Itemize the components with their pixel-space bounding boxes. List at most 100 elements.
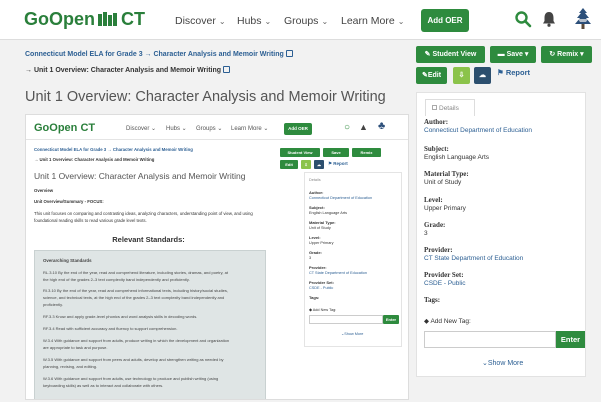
embed-detail-value: Unit of Study	[309, 226, 331, 230]
chevron-down-icon: ⌄	[321, 17, 329, 26]
add-tag-label: ◆ Add New Tag:	[424, 318, 471, 325]
show-more-link[interactable]: ⌄Show More	[482, 359, 523, 367]
grade-value: 3	[424, 230, 428, 237]
student-view-button[interactable]: ✎ Student View	[416, 46, 485, 63]
embed-summary-text: This unit focuses on comparing and contr…	[34, 211, 253, 216]
embed-nav-groups: Groups ⌄	[196, 126, 223, 132]
page-title: Unit 1 Overview: Character Analysis and …	[25, 89, 386, 105]
info-icon	[223, 66, 231, 73]
breadcrumb-current[interactable]: → Unit 1 Overview: Character Analysis an…	[25, 66, 231, 74]
provider-label: Provider:	[424, 246, 453, 254]
standard-line: science, and technical texts, at the hig…	[43, 295, 225, 300]
chevron-down-icon: ⌄	[218, 17, 226, 26]
details-panel: Details Author: Connecticut Department o…	[416, 92, 586, 377]
embed-show-more: ⌄Show More	[341, 332, 364, 336]
embed-remix-button: Remix	[352, 148, 381, 157]
tab-details[interactable]: Details	[425, 99, 475, 116]
embed-detail-label: Level:	[309, 235, 321, 240]
embed-detail-label: Tags:	[309, 295, 320, 300]
embed-divider	[26, 139, 408, 140]
embed-avatar: ♣	[378, 120, 386, 132]
embed-overview-heading: Overview	[34, 188, 54, 193]
flag-icon: ⚑	[497, 68, 506, 77]
embed-edit-button: Edit	[280, 160, 298, 169]
grade-label: Grade:	[424, 221, 446, 229]
search-icon[interactable]	[514, 10, 532, 28]
embed-detail-label: Author:	[309, 190, 324, 195]
embed-logo: GoOpen CT	[34, 122, 96, 134]
subject-value: English Language Arts	[424, 154, 490, 161]
embed-detail-label: Subject:	[309, 205, 325, 210]
nav-learn-more[interactable]: Learn More ⌄	[341, 15, 404, 27]
subject-label: Subject:	[424, 145, 449, 153]
breadcrumb-parent[interactable]: Connecticut Model ELA for Grade 3 → Char…	[25, 50, 293, 58]
embed-detail-label: Grade:	[309, 250, 322, 255]
embed-details-tab: Details	[309, 178, 321, 182]
chevron-down-icon: ⌄	[397, 17, 405, 26]
embed-details-panel: Details Author: Connecticut Department o…	[304, 172, 402, 347]
level-label: Level:	[424, 196, 443, 204]
embed-detail-value: 3	[309, 256, 312, 260]
embed-detail-value: Connecticut Department of Education	[309, 196, 373, 200]
standard-line: RF.3.3 Know and apply grade-level phonic…	[43, 314, 198, 319]
user-avatar[interactable]	[572, 7, 594, 31]
nav-hubs[interactable]: Hubs ⌄	[237, 15, 271, 27]
embed-detail-label: Provider Set:	[309, 280, 334, 285]
edit-button[interactable]: ✎Edit	[416, 67, 447, 84]
embed-detail-value: CT State Department of Education	[309, 271, 367, 275]
nav-groups[interactable]: Groups ⌄	[284, 15, 328, 27]
embed-detail-value: English Language Arts	[309, 211, 347, 215]
add-oer-button[interactable]: Add OER	[421, 9, 469, 32]
embed-search-icon: ○	[344, 122, 351, 133]
embed-standards-box: Overarching Standards RL.3.10 By the end…	[34, 250, 266, 399]
standard-line: W.3.5 With guidance and support from pee…	[43, 357, 224, 362]
download-button[interactable]: ⇩	[453, 67, 470, 84]
embed-add-tag: ◆ Add New Tag:	[309, 308, 337, 312]
standard-line: the high end of the grades 2–3 text comp…	[43, 277, 190, 282]
standard-line: RI.3.10 By the end of the year, read and…	[43, 288, 228, 293]
embed-breadcrumb-current: → Unit 1 Overview: Character Analysis an…	[34, 157, 155, 162]
level-value: Upper Primary	[424, 205, 466, 212]
author-value[interactable]: Connecticut Department of Education	[424, 127, 532, 134]
embed-nav-learn-more: Learn More ⌄	[231, 126, 269, 132]
author-label: Author:	[424, 118, 449, 126]
cloud-upload-icon: ☁	[479, 72, 486, 79]
material-type-label: Material Type:	[424, 170, 469, 178]
provider-set-value[interactable]: CSDE - Public	[424, 280, 466, 287]
embedded-page-screenshot: GoOpen CT Discover ⌄ Hubs ⌄ Groups ⌄ Lea…	[25, 114, 409, 400]
embed-summary-text: foundational reading skills to read vari…	[34, 218, 147, 223]
caret-down-icon: ▾	[578, 51, 584, 58]
embed-student-view-button: Student View	[280, 148, 320, 157]
standard-line: proficiently.	[43, 302, 63, 307]
embed-report-link: ⚑ Report	[328, 161, 348, 166]
standard-line: RF.3.4 Read with sufficient accuracy and…	[43, 326, 178, 331]
embed-detail-label: Material Type:	[309, 220, 336, 225]
provider-value[interactable]: CT State Department of Education	[424, 255, 523, 262]
cloud-upload-button[interactable]: ☁	[474, 67, 491, 84]
caret-down-icon: ▾	[522, 51, 529, 58]
embed-download-icon: ⇩	[301, 160, 311, 169]
material-type-value: Unit of Study	[424, 179, 462, 186]
report-link[interactable]: ⚑ Report	[497, 68, 530, 77]
save-button[interactable]: ▬ Save ▾	[490, 46, 536, 63]
provider-set-label: Provider Set:	[424, 271, 464, 279]
download-icon: ⇩	[458, 72, 465, 79]
standard-line: are appropriate to task and purpose.	[43, 345, 108, 350]
goopenct-logo[interactable]: GoOpen CT	[24, 9, 145, 30]
nav-discover[interactable]: Discover ⌄	[175, 15, 226, 27]
embed-standards-title: Relevant Standards:	[112, 235, 185, 244]
remix-button[interactable]: ↻ Remix ▾	[541, 46, 592, 63]
embed-detail-label: Provider:	[309, 265, 327, 270]
folder-icon: ▬	[497, 51, 507, 58]
remix-icon: ↻	[549, 51, 558, 58]
standard-line: keyboarding skills) as well as to intera…	[43, 383, 164, 388]
embed-tag-input	[309, 315, 383, 324]
add-tag-input[interactable]	[424, 331, 556, 348]
embed-nav-hubs: Hubs ⌄	[166, 126, 187, 132]
embed-enter-button: Enter	[383, 315, 399, 324]
enter-button[interactable]: Enter	[556, 331, 585, 348]
bell-icon[interactable]	[540, 10, 558, 28]
embed-title: Unit 1 Overview: Character Analysis and …	[34, 171, 246, 181]
standard-line: W.3.4 With guidance and support from adu…	[43, 338, 230, 343]
embed-detail-value: CSDE - Public	[309, 286, 334, 290]
